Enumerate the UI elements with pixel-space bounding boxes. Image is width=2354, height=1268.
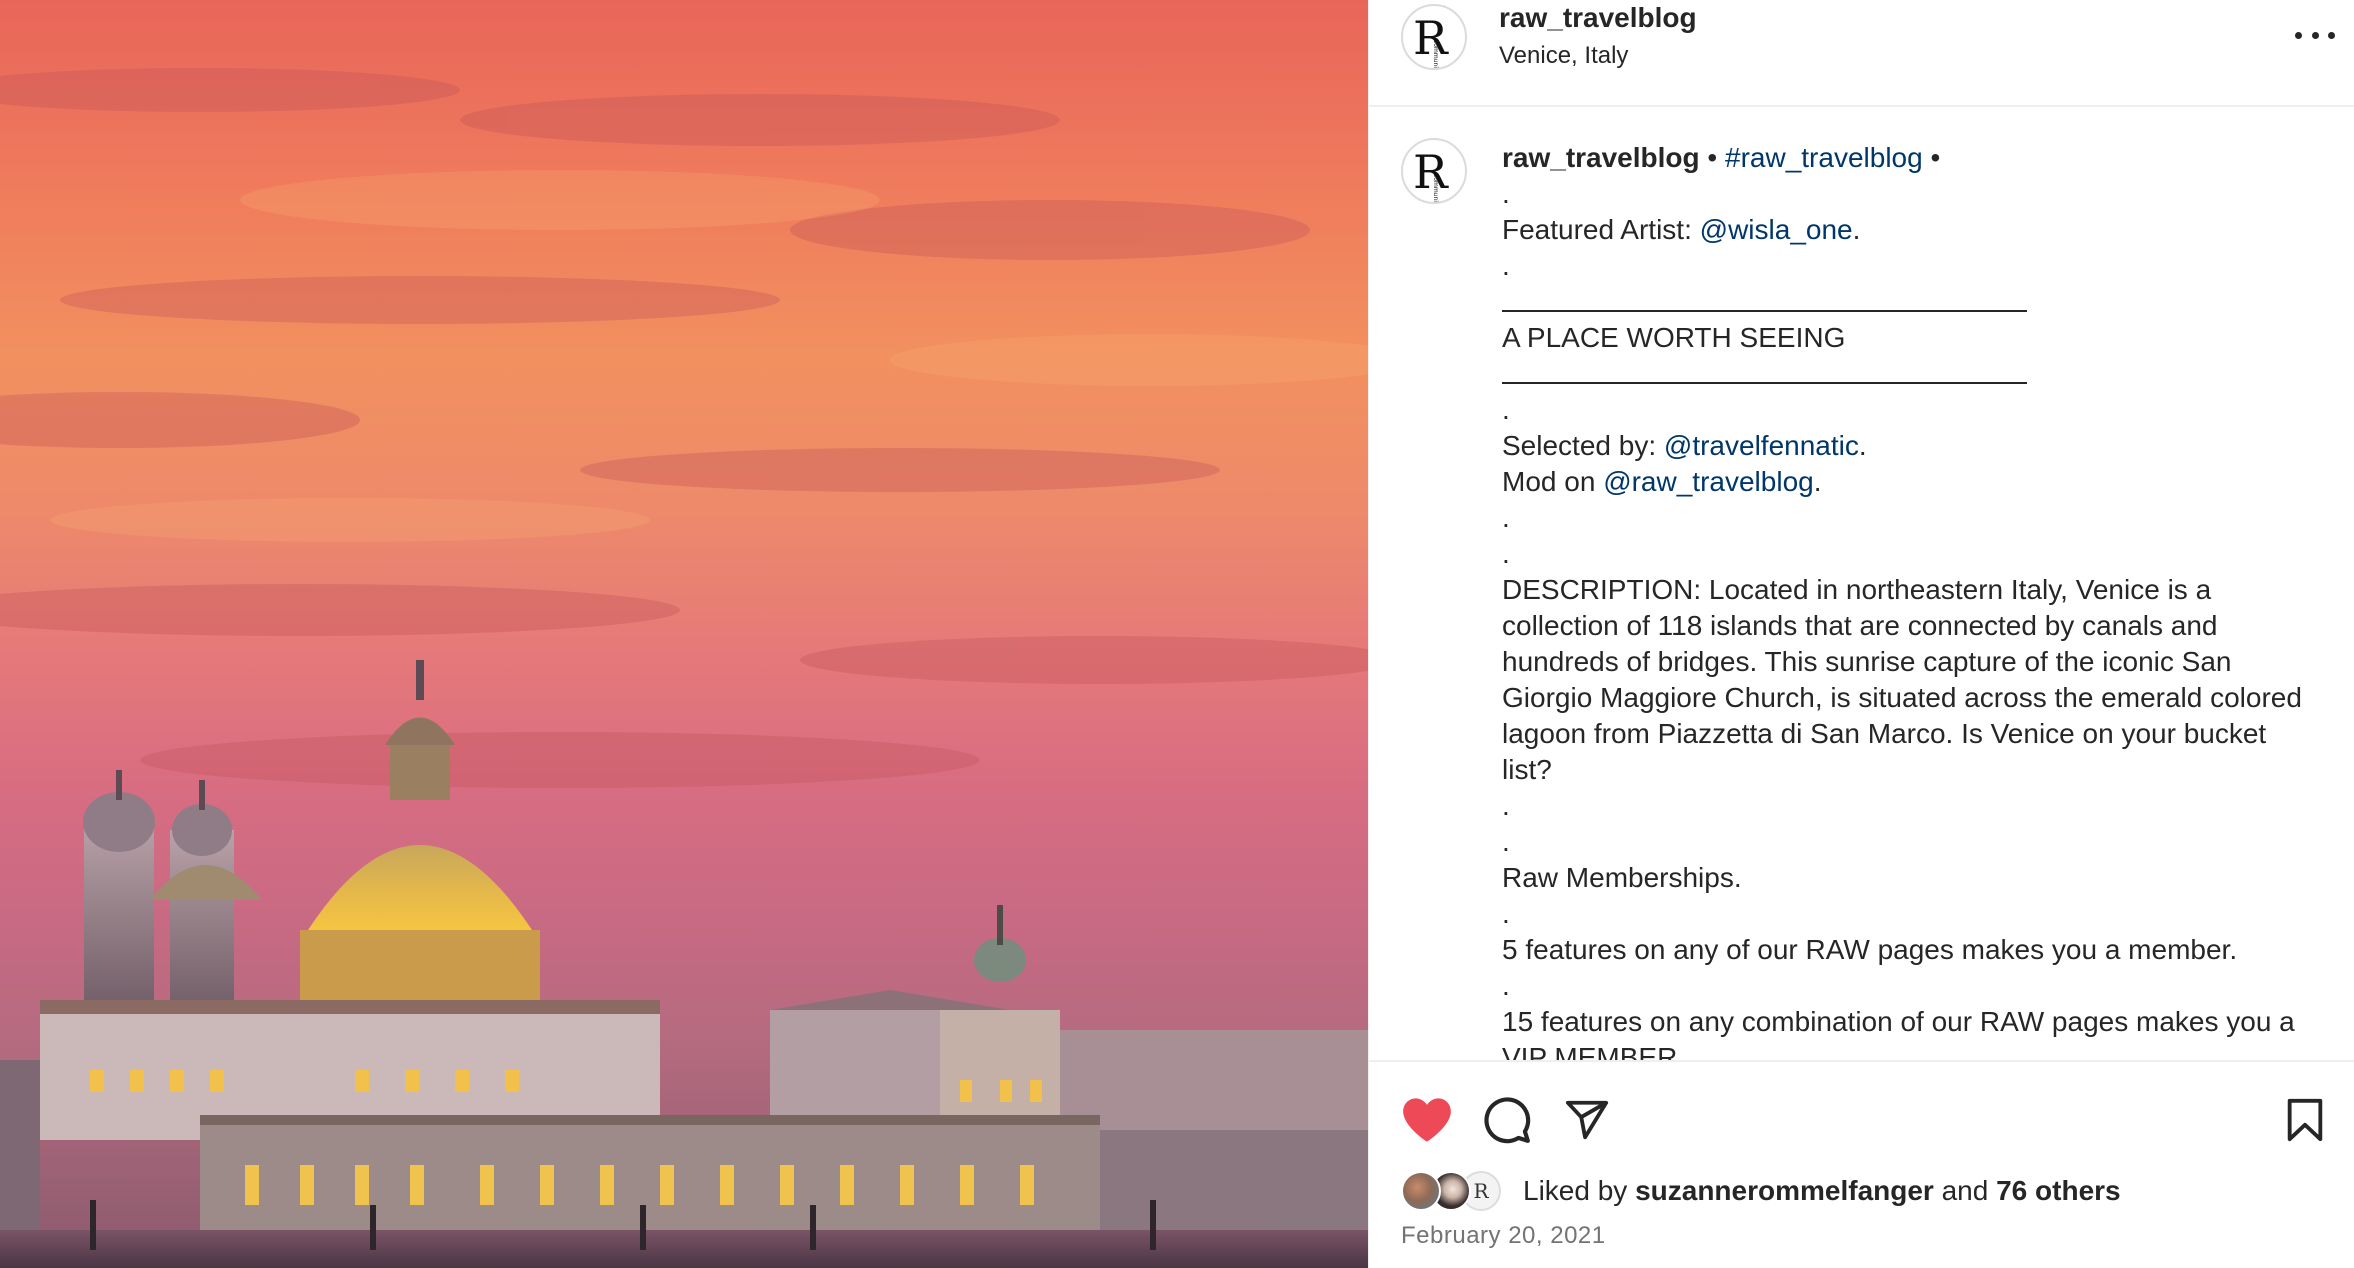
post-date[interactable]: February 20, 2021: [1401, 1222, 1606, 1250]
featured-artist-line: Featured Artist: @wisla_one.: [1502, 214, 1861, 245]
more-options-button[interactable]: [2295, 20, 2335, 50]
more-horizontal-icon: [2295, 31, 2302, 39]
post-detail-panel: R community raw_travelblog Venice, Italy…: [1368, 0, 2354, 1268]
post-actions: R Liked by suzannerommelfanger and 76 ot…: [1369, 1060, 2354, 1268]
caption-dot: .: [1502, 970, 1510, 1001]
post-location[interactable]: Venice, Italy: [1499, 42, 1628, 70]
caption-author-avatar[interactable]: R community: [1401, 138, 1467, 204]
likes-summary: R Liked by suzannerommelfanger and 76 ot…: [1401, 1170, 2121, 1212]
selected-by-link[interactable]: @travelfennatic: [1664, 430, 1859, 461]
caption-separator: •: [1930, 142, 1941, 173]
liked-by-others-link[interactable]: 76 others: [1996, 1175, 2121, 1206]
caption-header-line: raw_travelblog • #raw_travelblog •: [1502, 140, 2322, 176]
caption-heading: A PLACE WORTH SEEING: [1502, 322, 1846, 353]
venice-sunset-image: [0, 68, 1368, 1268]
caption-dot: .: [1502, 502, 1510, 533]
caption-separator: •: [1707, 142, 1718, 173]
svg-text:community: community: [1432, 40, 1439, 68]
caption-dot: .: [1502, 790, 1510, 821]
author-username[interactable]: raw_travelblog: [1499, 2, 1697, 34]
svg-text:community: community: [1432, 174, 1439, 202]
caption-dot: .: [1502, 250, 1510, 281]
caption-username[interactable]: raw_travelblog: [1502, 142, 1700, 173]
caption-member-line: 5 features on any of our RAW pages makes…: [1502, 934, 2238, 965]
mod-line: Mod on @raw_travelblog.: [1502, 466, 1822, 497]
heart-filled-icon: [1403, 1098, 1451, 1142]
mod-link[interactable]: @raw_travelblog: [1603, 466, 1814, 497]
featured-artist-link[interactable]: @wisla_one: [1700, 214, 1853, 245]
liker-avatar-letter: R: [1473, 1179, 1489, 1203]
share-button[interactable]: [1559, 1092, 1615, 1148]
liked-by-user-link[interactable]: suzannerommelfanger: [1635, 1175, 1934, 1206]
share-plane-icon: [1565, 1100, 1609, 1140]
comment-button[interactable]: [1479, 1092, 1535, 1148]
raw-logo-icon: R community: [1413, 145, 1449, 202]
caption-hashtag[interactable]: #raw_travelblog: [1725, 142, 1923, 173]
caption-dot: .: [1502, 178, 1510, 209]
selected-by-line: Selected by: @travelfennatic.: [1502, 430, 1867, 461]
raw-logo-icon: R community: [1413, 11, 1449, 68]
caption-dot: .: [1502, 898, 1510, 929]
featured-label: Featured Artist:: [1502, 214, 1692, 245]
caption-memberships: Raw Memberships.: [1502, 862, 1742, 893]
caption-vip-line: 15 features on any combination of our RA…: [1502, 1006, 2295, 1060]
more-dot: [2328, 31, 2335, 39]
more-dot: [2311, 31, 2319, 39]
comments-section[interactable]: R community raw_travelblog • #raw_travel…: [1369, 108, 2354, 1060]
save-button[interactable]: [2277, 1092, 2333, 1148]
caption-divider: [1502, 284, 2027, 320]
liked-by-conjunction: and: [1941, 1175, 1989, 1206]
selected-label: Selected by:: [1502, 430, 1657, 461]
mod-label: Mod on: [1502, 466, 1596, 497]
svg-text:R: R: [1413, 145, 1449, 199]
post-photo[interactable]: [0, 0, 1368, 1268]
like-button[interactable]: [1399, 1092, 1455, 1148]
comment-icon: [1484, 1097, 1531, 1144]
post-caption: raw_travelblog • #raw_travelblog • . Fea…: [1502, 140, 2322, 1060]
bookmark-icon: [2287, 1098, 2323, 1142]
post-header: R community raw_travelblog Venice, Italy: [1369, 0, 2354, 107]
liked-by-text: Liked by suzannerommelfanger and 76 othe…: [1523, 1175, 2121, 1207]
author-avatar[interactable]: R community: [1401, 4, 1467, 70]
caption-dot: .: [1502, 538, 1510, 569]
caption-divider: [1502, 356, 2027, 392]
liker-avatar[interactable]: [1401, 1171, 1441, 1211]
caption-dot: .: [1502, 826, 1510, 857]
caption-description: DESCRIPTION: Located in northeastern Ita…: [1502, 574, 2302, 785]
caption-dot: .: [1502, 394, 1510, 425]
liked-by-prefix: Liked by: [1523, 1175, 1628, 1206]
svg-text:R: R: [1413, 11, 1449, 65]
